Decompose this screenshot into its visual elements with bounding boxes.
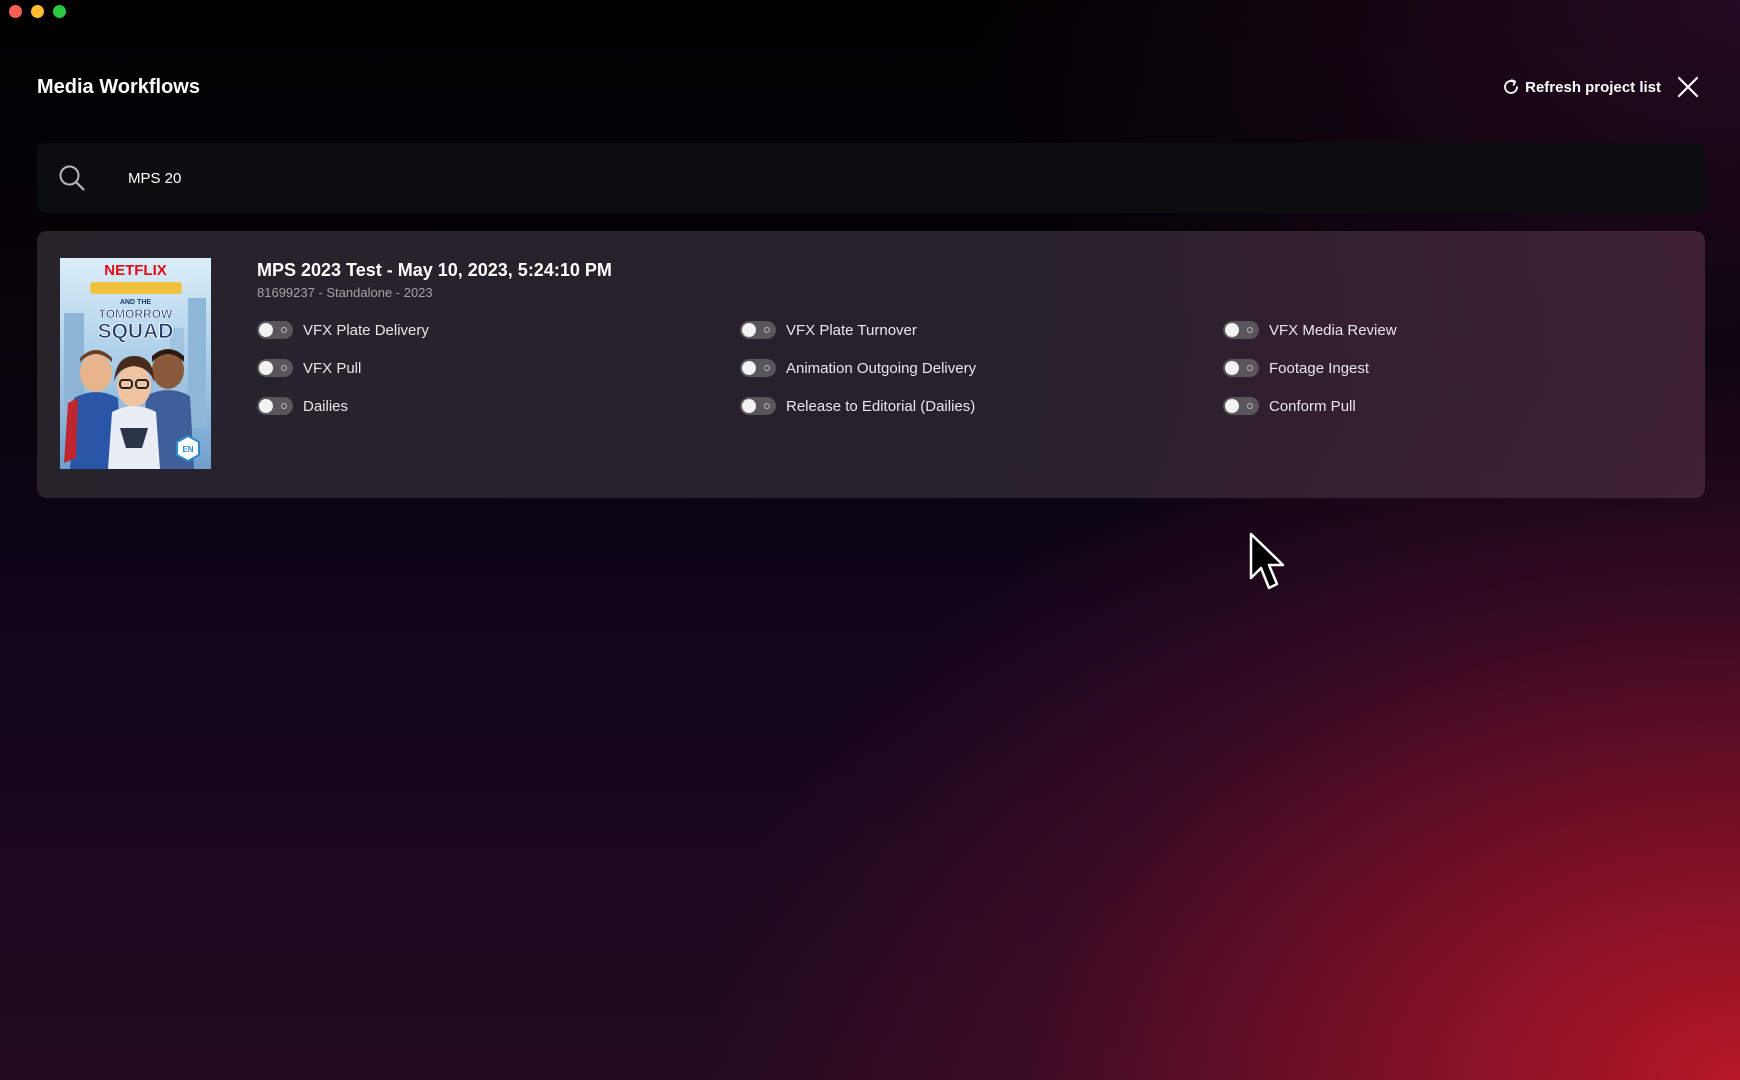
- poster-line3-text: SQUAD: [98, 320, 174, 343]
- header: Media Workflows Refresh project list: [37, 70, 1703, 104]
- workflow-label: VFX Media Review: [1269, 321, 1397, 339]
- toggle-switch[interactable]: [740, 397, 776, 415]
- toggle-knob: [742, 399, 756, 413]
- workflow-label: Release to Editorial (Dailies): [786, 397, 976, 415]
- toggle-off-icon: [281, 403, 287, 409]
- workflow-dailies[interactable]: Dailies: [257, 396, 740, 416]
- toggle-knob: [259, 323, 273, 337]
- close-button[interactable]: [1673, 72, 1703, 102]
- workflow-vfx-media-review[interactable]: VFX Media Review: [1223, 320, 1706, 340]
- refresh-label: Refresh project list: [1525, 78, 1661, 96]
- toggle-switch[interactable]: [257, 359, 293, 377]
- toggle-knob: [1225, 323, 1239, 337]
- window-minimize-button[interactable]: [31, 5, 44, 18]
- workflow-conform-pull[interactable]: Conform Pull: [1223, 396, 1706, 416]
- poster-line1-text: AND THE: [120, 299, 151, 306]
- search-input[interactable]: [128, 169, 1705, 187]
- workflow-label: Animation Outgoing Delivery: [786, 359, 977, 377]
- window-controls: [9, 5, 66, 18]
- workflow-release-to-editorial-dailies[interactable]: Release to Editorial (Dailies): [740, 396, 1223, 416]
- workflow-label: VFX Plate Delivery: [303, 321, 429, 339]
- toggle-knob: [259, 399, 273, 413]
- workflow-animation-outgoing-delivery[interactable]: Animation Outgoing Delivery: [740, 358, 1223, 378]
- toggle-switch[interactable]: [1223, 359, 1259, 377]
- window-zoom-button[interactable]: [53, 5, 66, 18]
- toggle-switch[interactable]: [257, 321, 293, 339]
- toggle-knob: [742, 361, 756, 375]
- poster-language-badge: EN: [182, 445, 193, 454]
- toggle-knob: [1225, 399, 1239, 413]
- toggle-switch[interactable]: [740, 359, 776, 377]
- toggle-switch[interactable]: [257, 397, 293, 415]
- refresh-project-list-button[interactable]: Refresh project list: [1501, 77, 1661, 97]
- toggle-off-icon: [1247, 403, 1253, 409]
- toggle-knob: [1225, 361, 1239, 375]
- mouse-pointer-icon: [1249, 532, 1287, 592]
- workflow-footage-ingest[interactable]: Footage Ingest: [1223, 358, 1706, 378]
- toggle-off-icon: [1247, 327, 1253, 333]
- workflow-label: Footage Ingest: [1269, 359, 1370, 377]
- workflow-label: VFX Plate Turnover: [786, 321, 917, 339]
- workflow-vfx-plate-delivery[interactable]: VFX Plate Delivery: [257, 320, 740, 340]
- workflow-toggle-grid: VFX Plate Delivery VFX Plate Turnover VF…: [257, 320, 1685, 416]
- search-bar: [37, 143, 1705, 213]
- toggle-switch[interactable]: [1223, 321, 1259, 339]
- poster-line2-text: TOMORROW: [99, 307, 173, 321]
- project-title: MPS 2023 Test - May 10, 2023, 5:24:10 PM: [257, 260, 612, 280]
- toggle-switch[interactable]: [1223, 397, 1259, 415]
- close-icon: [1677, 76, 1699, 98]
- page-title: Media Workflows: [37, 75, 200, 98]
- toggle-off-icon: [764, 327, 770, 333]
- workflow-label: VFX Pull: [303, 359, 362, 377]
- project-card[interactable]: NETFLIX AND THE TOMORROW SQUAD EN MPS 20…: [37, 231, 1705, 498]
- toggle-switch[interactable]: [740, 321, 776, 339]
- toggle-knob: [259, 361, 273, 375]
- workflow-label: Dailies: [303, 397, 349, 415]
- toggle-off-icon: [764, 365, 770, 371]
- toggle-knob: [742, 323, 756, 337]
- workflow-vfx-plate-turnover[interactable]: VFX Plate Turnover: [740, 320, 1223, 340]
- project-subtitle: 81699237 - Standalone - 2023: [257, 285, 433, 300]
- project-info: MPS 2023 Test - May 10, 2023, 5:24:10 PM…: [257, 258, 1685, 416]
- search-icon: [57, 163, 87, 193]
- toggle-off-icon: [1247, 365, 1253, 371]
- header-actions: Refresh project list: [1501, 72, 1703, 102]
- window-close-button[interactable]: [9, 5, 22, 18]
- workflow-vfx-pull[interactable]: VFX Pull: [257, 358, 740, 378]
- refresh-icon: [1501, 77, 1521, 97]
- toggle-off-icon: [281, 365, 287, 371]
- toggle-off-icon: [281, 327, 287, 333]
- poster-brand-text: NETFLIX: [104, 262, 167, 279]
- toggle-off-icon: [764, 403, 770, 409]
- workflow-label: Conform Pull: [1269, 397, 1356, 415]
- project-poster-image: NETFLIX AND THE TOMORROW SQUAD EN: [60, 258, 211, 469]
